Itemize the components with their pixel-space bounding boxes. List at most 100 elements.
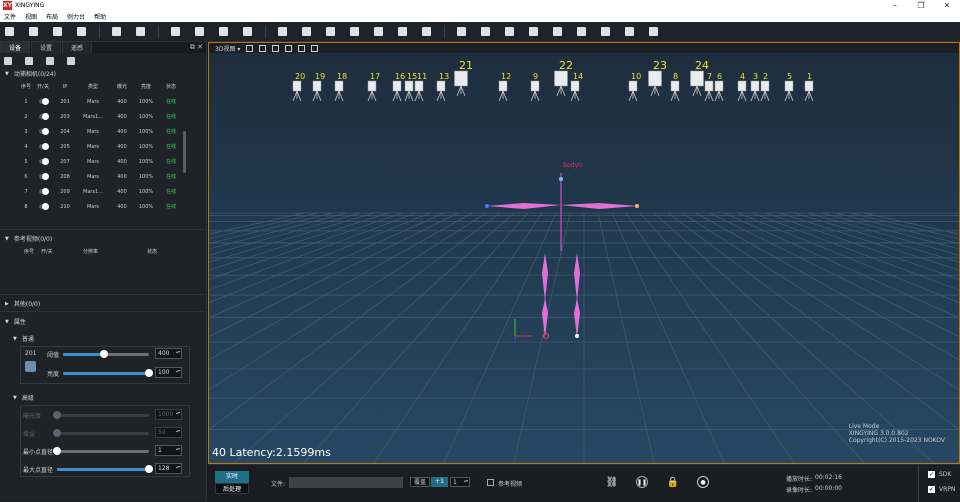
camera-toggle[interactable] <box>32 157 54 165</box>
table-row[interactable]: 8 210 Mars 400 100% 在线 <box>20 199 186 214</box>
open-file-icon[interactable] <box>27 25 40 38</box>
pin-icon[interactable] <box>599 25 612 38</box>
export-icon[interactable] <box>134 25 147 38</box>
reference-video-checkbox[interactable] <box>487 479 494 486</box>
view-perspective-icon[interactable] <box>285 44 293 52</box>
view-front-icon[interactable] <box>246 44 254 52</box>
advanced-header[interactable]: ▼ 高级 <box>0 392 206 403</box>
menu-layout[interactable]: 布局 <box>46 12 58 21</box>
table-row[interactable]: 2 203 Mars1... 400 100% 在线 <box>20 109 186 124</box>
close-window-button[interactable]: ✕ <box>934 1 960 10</box>
adv-input[interactable]: 50 <box>155 427 182 438</box>
adv-input[interactable]: 1000 <box>155 409 182 420</box>
gauge-icon[interactable] <box>527 25 540 38</box>
row-ip: 210 <box>60 203 70 210</box>
record-icon[interactable]: ● <box>697 476 709 488</box>
video-camera-icon[interactable] <box>25 56 33 65</box>
general-header[interactable]: ▼ 普通 <box>0 333 206 344</box>
calibrate-icon[interactable] <box>193 25 206 38</box>
table-row[interactable]: 5 207 Mars 400 100% 在线 <box>20 154 186 169</box>
link-icon[interactable]: ⛓ <box>606 476 619 488</box>
brightness-slider[interactable] <box>63 369 153 377</box>
eye-off-icon[interactable] <box>110 25 123 38</box>
increment-button[interactable]: +1 <box>431 477 448 487</box>
table-row[interactable]: 6 208 Mars 400 100% 在线 <box>20 169 186 184</box>
vrpn-checkbox[interactable] <box>928 486 935 493</box>
device-icon[interactable] <box>4 56 12 65</box>
new-file-icon[interactable] <box>3 25 16 38</box>
layout-6-icon[interactable] <box>420 25 433 38</box>
table-row[interactable]: 7 209 Mars1... 400 100% 在线 <box>20 184 186 199</box>
tab-remote[interactable]: 遥感 <box>62 41 93 53</box>
tab-settings[interactable]: 设置 <box>31 41 62 53</box>
realtime-button[interactable]: 实时 <box>215 471 249 483</box>
camera-toggle[interactable] <box>32 202 54 210</box>
camera-toggle[interactable] <box>32 187 54 195</box>
brightness-input[interactable]: 100 <box>155 367 182 378</box>
adv-input[interactable]: 1 <box>155 445 182 456</box>
layout-3-icon[interactable] <box>348 25 361 38</box>
adv-slider[interactable] <box>53 429 149 437</box>
maximize-button[interactable]: ❐ <box>908 1 934 10</box>
take-number-input[interactable]: 1 <box>450 477 470 487</box>
file-input[interactable] <box>289 477 403 488</box>
reference-video-header[interactable]: ▼ 参考视频(0/0) <box>0 233 206 244</box>
layout-5-icon[interactable] <box>396 25 409 38</box>
menu-view[interactable]: 视图 <box>25 12 37 21</box>
skeleton-icon[interactable] <box>551 25 564 38</box>
threshold-input[interactable]: 400 <box>155 348 182 359</box>
3d-viewport[interactable]: 3D视图 ▾ 20 19 18 17 16 15 11 13 21 12 9 2… <box>208 42 960 464</box>
layout-2-icon[interactable] <box>324 25 337 38</box>
adv-input[interactable]: 128 <box>155 463 182 474</box>
tab-devices[interactable]: 设备 <box>0 41 31 53</box>
camera-toggle[interactable] <box>32 142 54 150</box>
chart-icon[interactable] <box>575 25 588 38</box>
sphere-icon[interactable] <box>503 25 516 38</box>
other-devices-header[interactable]: ▶ 其他(0/0) <box>0 298 206 309</box>
camera-icon[interactable] <box>241 25 254 38</box>
close-box-icon[interactable] <box>169 25 182 38</box>
copy-icon[interactable] <box>46 56 54 65</box>
table-row[interactable]: 3 204 Mars 400 100% 在线 <box>20 124 186 139</box>
camera-toggle[interactable] <box>32 112 54 120</box>
image-icon[interactable] <box>623 25 636 38</box>
panel-float-close-icon[interactable]: ⧉ ✕ <box>190 43 203 52</box>
row-exposure: 400 <box>117 173 127 180</box>
layers-icon[interactable] <box>217 25 230 38</box>
sdk-checkbox[interactable] <box>928 471 935 478</box>
view-side-icon[interactable] <box>259 44 267 52</box>
refresh-view-icon[interactable] <box>311 44 319 52</box>
view-top-icon[interactable] <box>272 44 280 52</box>
layout-4-icon[interactable] <box>372 25 385 38</box>
view-iso-icon[interactable] <box>298 44 306 52</box>
menu-help[interactable]: 帮助 <box>94 12 106 21</box>
monitor-icon[interactable] <box>276 25 289 38</box>
save-as-icon[interactable] <box>75 25 88 38</box>
table-scrollbar[interactable] <box>183 131 186 173</box>
view-mode-select[interactable]: 3D视图 ▾ <box>215 44 240 53</box>
layout-1-icon[interactable] <box>300 25 313 38</box>
menu-forceplate[interactable]: 例力台 <box>67 12 85 21</box>
adv-slider[interactable] <box>57 465 153 473</box>
lock-icon[interactable]: 🔒 <box>667 476 679 488</box>
table-row[interactable]: 1 201 Mars 400 100% 在线 <box>20 94 186 109</box>
pause-icon[interactable]: ❚❚ <box>636 476 648 488</box>
table-row[interactable]: 4 205 Mars 400 100% 在线 <box>20 139 186 154</box>
link-icon[interactable] <box>455 25 468 38</box>
post-process-button[interactable]: 后处理 <box>215 483 249 494</box>
paste-icon[interactable] <box>67 56 75 65</box>
camera-toggle[interactable] <box>32 127 54 135</box>
threshold-slider[interactable] <box>63 350 149 358</box>
list-icon[interactable] <box>647 25 660 38</box>
camera-toggle[interactable] <box>32 172 54 180</box>
menu-file[interactable]: 文件 <box>4 12 16 21</box>
adv-slider[interactable] <box>53 447 149 455</box>
adv-slider[interactable] <box>53 411 149 419</box>
properties-header[interactable]: ▼ 属性 <box>0 316 206 327</box>
capture-cameras-header[interactable]: ▼ 动捕相机(0/24) <box>0 68 206 79</box>
minimize-button[interactable]: – <box>882 1 908 10</box>
video-icon[interactable] <box>479 25 492 38</box>
overwrite-button[interactable]: 覆盖 <box>410 477 430 487</box>
save-icon[interactable] <box>51 25 64 38</box>
camera-toggle[interactable] <box>32 97 54 105</box>
